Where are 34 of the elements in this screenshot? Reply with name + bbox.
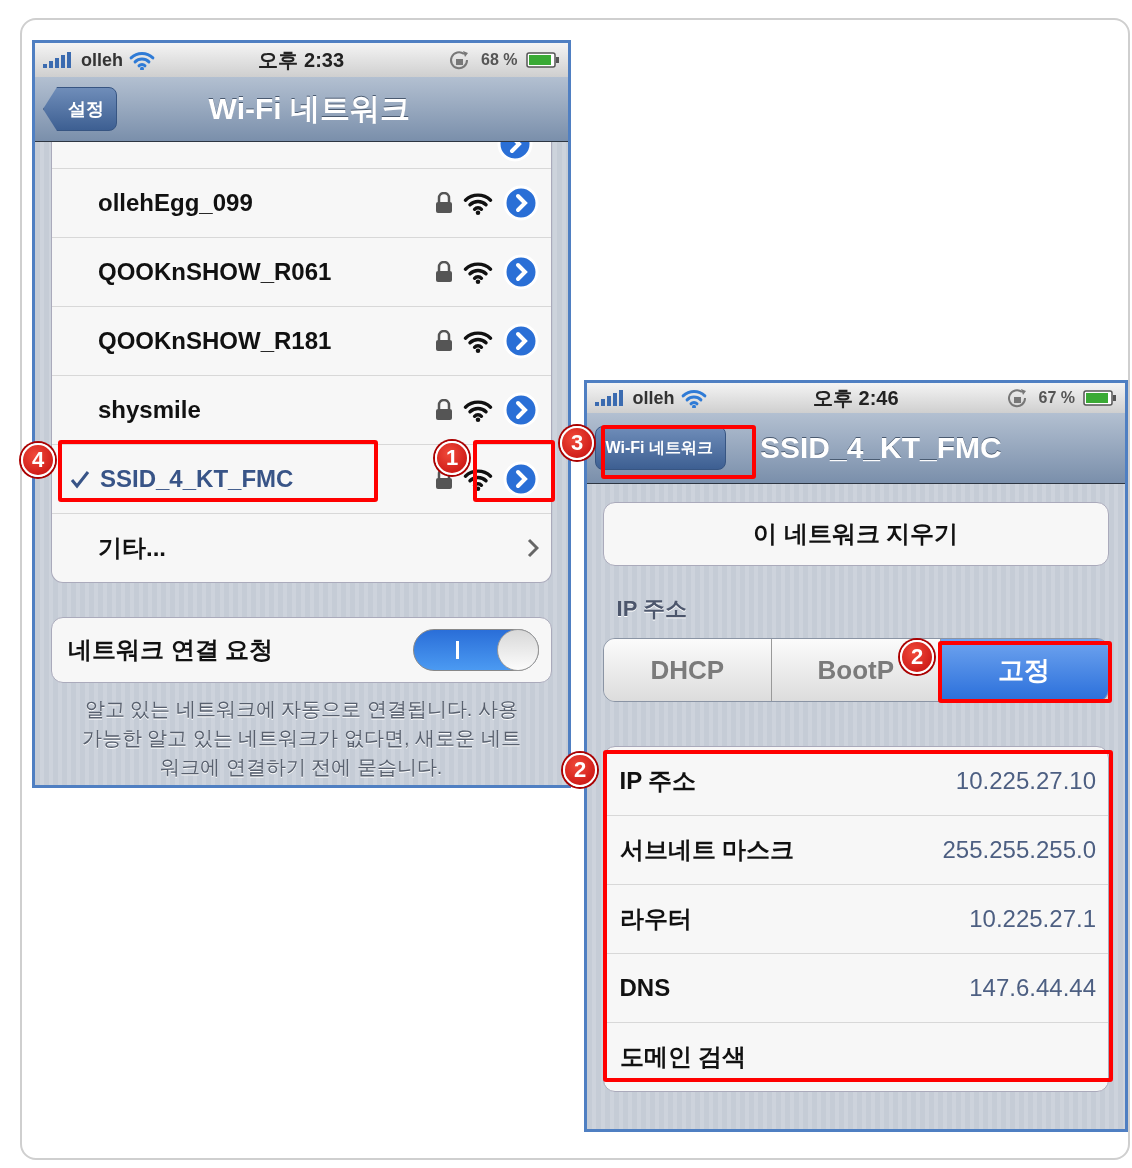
field-value: 147.6.44.44 xyxy=(969,974,1096,1002)
footer-note: 알고 있는 네트워크에 자동으로 연결됩니다. 사용 가능한 알고 있는 네트워크가 없다면, 새로운 네트워크에 연결하기 전에 묻습니다. xyxy=(81,697,522,780)
field-label: IP 주소 xyxy=(619,766,697,796)
network-name[interactable]: QOOKnSHOW_R061 xyxy=(98,258,332,286)
field-label: 도메인 검색 xyxy=(619,1042,747,1072)
step-number-badge: 4 xyxy=(21,443,55,477)
step-number-badge: 1 xyxy=(435,441,469,475)
segment-tab[interactable]: DHCP xyxy=(603,639,771,701)
nav-title: Wi-Fi 네트워크 xyxy=(208,90,410,127)
setting-label: 네트워크 연결 요청 xyxy=(68,635,274,665)
field-value: 10.225.27.10 xyxy=(955,767,1096,795)
step-number-badge: 3 xyxy=(560,426,594,460)
section-label: IP 주소 xyxy=(616,595,689,623)
network-name[interactable]: QOOKnSHOW_R181 xyxy=(98,327,332,355)
network-name[interactable]: shysmile xyxy=(98,396,201,424)
carrier-name: olleh xyxy=(81,49,123,71)
forget-network-button[interactable]: 이 네트워크 지우기 xyxy=(602,502,1109,566)
field-value: 255.255.255.0 xyxy=(942,836,1096,864)
battery-percent: 68 % xyxy=(481,51,518,69)
nav-title: SSID_4_KT_FMC xyxy=(759,431,1002,465)
status-time: 오후 2:33 xyxy=(258,47,345,73)
status-time: 오후 2:46 xyxy=(812,385,899,411)
other-networks-item[interactable]: 기타... xyxy=(98,532,166,564)
field-label: 서브네트 마스크 xyxy=(619,835,795,865)
field-value: 10.225.27.1 xyxy=(969,905,1096,933)
network-name[interactable]: ollehEgg_099 xyxy=(98,189,253,217)
back-button[interactable]: 설정 xyxy=(43,87,117,131)
network-name[interactable]: SSID_4_KT_FMC xyxy=(100,465,294,493)
step-number-badge: 2 xyxy=(563,753,597,787)
battery-percent: 67 % xyxy=(1038,389,1075,407)
carrier-name: olleh xyxy=(632,387,675,409)
field-label: 라우터 xyxy=(619,904,692,934)
field-label: DNS xyxy=(619,974,671,1002)
step-number-badge: 2 xyxy=(900,640,934,674)
